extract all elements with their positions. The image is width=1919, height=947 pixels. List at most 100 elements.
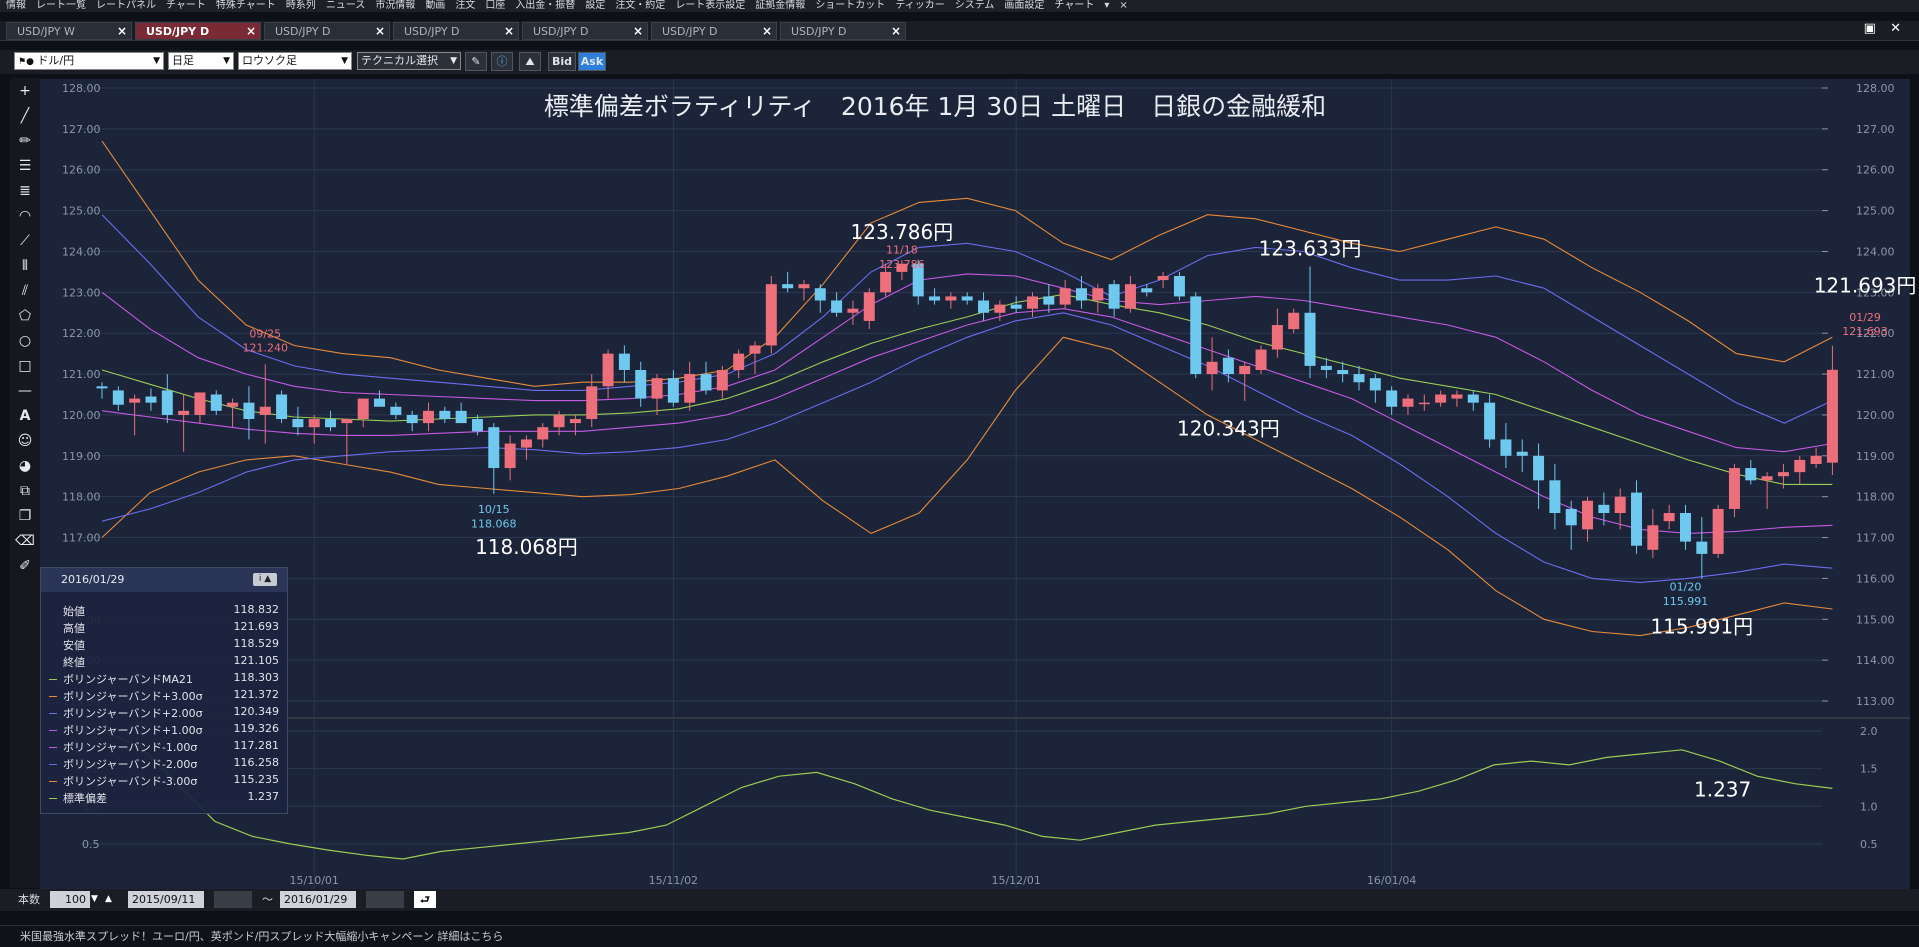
series-swatch: [49, 696, 57, 697]
candle-body: [390, 406, 402, 415]
candle-body: [1141, 288, 1153, 293]
candle-body: [798, 284, 810, 289]
series-swatch: [49, 781, 57, 782]
price-annotation: 118.068円: [475, 535, 578, 559]
y-tick-label-right: 127.00: [1856, 123, 1895, 136]
series-swatch: [49, 611, 57, 612]
info-row-value: 121.693: [233, 620, 280, 633]
candle-body: [308, 419, 320, 428]
info-row: ボリンジャーバンド+3.00σ 121.372: [49, 688, 279, 705]
info-row: 安値 118.529: [49, 637, 279, 654]
candle-body: [553, 414, 565, 428]
count-up-icon[interactable]: ▲: [105, 891, 112, 908]
info-row-value: 121.105: [233, 654, 280, 667]
candle-body: [684, 374, 696, 403]
candle-body: [145, 396, 157, 403]
candle-body: [1369, 378, 1381, 391]
series-swatch: [49, 730, 57, 731]
candle-body: [1206, 361, 1218, 375]
info-row: 標準偏差 1.237: [49, 790, 279, 807]
y-tick-label-left: 122.00: [62, 327, 101, 340]
price-marker-label: 09/25: [249, 327, 281, 340]
candle-body: [406, 414, 418, 424]
info-row: ボリンジャーバンドMA21 118.303: [49, 671, 279, 688]
info-row-label: ボリンジャーバンド-2.00σ: [63, 758, 198, 771]
candle-body: [1353, 374, 1365, 383]
candle-body: [112, 390, 124, 405]
candle-body: [227, 402, 239, 407]
info-row-value: 1.237: [247, 790, 280, 803]
to-date-input[interactable]: 2016/01/29: [280, 891, 356, 908]
price-marker-label: 121.693: [1842, 325, 1888, 338]
candle-body: [1043, 296, 1055, 305]
range-tilde: ～: [262, 893, 273, 906]
y-tick-label-right: 120.00: [1856, 409, 1895, 422]
candle-body: [1027, 296, 1039, 309]
candle-body: [929, 296, 941, 301]
info-row-label: ボリンジャーバンドMA21: [63, 673, 193, 686]
series-swatch: [49, 679, 57, 680]
price-marker-label: 121.240: [242, 342, 288, 355]
info-collapse-icon[interactable]: i ▲: [253, 573, 277, 586]
candle-body: [1386, 390, 1398, 407]
candle-body: [1108, 284, 1120, 309]
series-swatch: [49, 645, 57, 646]
series-swatch: [49, 628, 57, 629]
candle-body: [504, 443, 516, 469]
series-swatch: [49, 798, 57, 799]
candle-body: [847, 308, 859, 313]
candle-body: [1320, 365, 1332, 370]
info-row: ボリンジャーバンド-1.00σ 117.281: [49, 739, 279, 756]
candle-body: [422, 410, 434, 424]
price-annotation: 123.786円: [851, 220, 954, 244]
candle-body: [210, 394, 222, 411]
price-marker-label: 11/18: [886, 244, 918, 257]
from-time-input[interactable]: [214, 891, 252, 908]
info-row: 始値 118.832: [49, 603, 279, 620]
series-swatch: [49, 747, 57, 748]
info-row: ボリンジャーバンド-2.00σ 116.258: [49, 756, 279, 773]
from-date-input[interactable]: 2015/09/11: [128, 891, 204, 908]
y-tick-label-left: 119.00: [62, 450, 101, 463]
y-tick-label-right: 121.00: [1856, 368, 1895, 381]
y-tick-label-left: 125.00: [62, 205, 101, 218]
to-time-input[interactable]: [366, 891, 404, 908]
price-annotation: 120.343円: [1177, 416, 1280, 440]
y-tick-label-right: 117.00: [1856, 532, 1895, 545]
candle-body: [586, 386, 598, 420]
info-row: ボリンジャーバンド-3.00σ 115.235: [49, 773, 279, 790]
info-row: 終値 121.105: [49, 654, 279, 671]
candle-body: [978, 300, 990, 313]
info-row-label: 終値: [63, 656, 85, 669]
info-row-label: 標準偏差: [63, 792, 107, 805]
info-row-value: 121.372: [233, 688, 280, 701]
count-input[interactable]: 100: [50, 891, 90, 908]
y-tick-label-left: 128.00: [62, 82, 101, 95]
candle-body: [1222, 357, 1234, 375]
y-tick-label-right: 119.00: [1856, 450, 1895, 463]
candle-body: [374, 398, 386, 407]
news-ticker[interactable]: 米国最強水準スプレッド！ユーロ/円、英ポンド/円スプレッド大幅縮小キャンペーン …: [0, 925, 1919, 947]
candle-body: [325, 419, 337, 428]
candle-body: [1631, 492, 1643, 546]
candle-body: [618, 353, 630, 370]
reset-icon[interactable]: ⮐: [414, 891, 436, 908]
price-annotation: 115.991円: [1650, 615, 1753, 639]
candle-body: [1761, 476, 1773, 481]
count-down-icon[interactable]: ▼: [91, 891, 98, 908]
candle-body: [537, 427, 549, 440]
candle-body: [341, 419, 353, 424]
candle-body: [1239, 365, 1251, 375]
candle-body: [1190, 296, 1202, 375]
y-tick-label-right: 126.00: [1856, 164, 1895, 177]
candle-body: [1173, 275, 1185, 297]
candle-body: [488, 427, 500, 469]
info-row-value: 120.349: [233, 705, 280, 718]
candle-body: [1777, 472, 1789, 477]
info-row-label: 高値: [63, 622, 85, 635]
y-tick-label-left: 118.00: [62, 491, 101, 504]
candle-body: [161, 390, 173, 415]
info-row-label: ボリンジャーバンド+1.00σ: [63, 724, 203, 737]
y-tick-label-left: 127.00: [62, 123, 101, 136]
candle-body: [1467, 394, 1479, 403]
